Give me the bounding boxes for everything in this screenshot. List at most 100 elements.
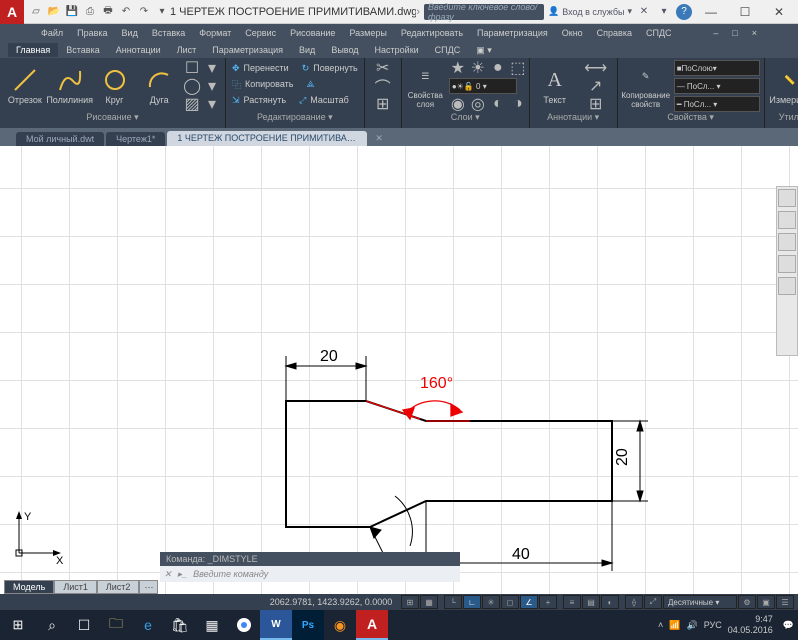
units-dropdown[interactable]: Десятичные ▾ <box>663 595 737 609</box>
open-icon[interactable]: 📂 <box>46 4 62 20</box>
sb-custom-icon[interactable]: ☰ <box>776 595 794 609</box>
move-tool[interactable]: ✥Перенести ↻Повернуть <box>230 60 360 76</box>
print-icon[interactable]: 🖶 <box>100 4 116 20</box>
layer-icon[interactable]: ⬚ <box>509 60 527 76</box>
copy-tool[interactable]: ⿻Копировать ⟁ <box>230 76 360 92</box>
menu-insert[interactable]: Вставка <box>147 26 190 40</box>
doc-tab[interactable]: Чертеж1* <box>106 132 165 146</box>
qat-more-icon[interactable]: ▾ <box>154 4 170 20</box>
doc-max-icon[interactable]: □ <box>727 26 742 40</box>
minimize-button[interactable]: — <box>696 1 726 23</box>
command-line[interactable]: Команда: _DIMSTYLE ✕ ▸_ Введите команду <box>160 552 460 582</box>
doc-close-icon[interactable]: × <box>747 26 762 40</box>
save-icon[interactable]: 💾 <box>64 4 80 20</box>
chrome-icon[interactable] <box>228 610 260 640</box>
menu-modify[interactable]: Редактировать <box>396 26 468 40</box>
nav-orbit-icon[interactable] <box>778 277 796 295</box>
explorer-icon[interactable]: 🗀 <box>100 610 132 640</box>
sb-polar-icon[interactable]: ✳ <box>482 595 500 609</box>
tab-insert[interactable]: Вставка <box>58 43 107 57</box>
panel-title-layers[interactable]: Слои ▾ <box>406 112 525 126</box>
panel-title-props[interactable]: Свойства ▾ <box>622 112 760 126</box>
undo-icon[interactable]: ↶ <box>118 4 134 20</box>
tab-model[interactable]: Модель <box>4 580 54 594</box>
sb-ws-icon[interactable]: ⚙ <box>738 595 756 609</box>
panel-title-utils[interactable]: Утилиты ▾ <box>769 112 798 126</box>
command-input[interactable]: ✕ ▸_ Введите команду <box>160 566 460 582</box>
line-tool[interactable]: Отрезок <box>4 65 46 107</box>
nav-home-icon[interactable] <box>778 189 796 207</box>
sb-snap-icon[interactable]: └ <box>444 595 462 609</box>
ellipse-icon[interactable]: ◯ <box>183 78 201 94</box>
tray-lang[interactable]: РУС <box>704 620 722 630</box>
hatch-icon[interactable]: ▨ <box>183 96 201 112</box>
redo-icon[interactable]: ↷ <box>136 4 152 20</box>
new-tab-icon[interactable]: ✕ <box>369 131 389 146</box>
layer-tool-icon[interactable]: ◎ <box>469 96 487 112</box>
tab-layout2[interactable]: Лист2 <box>97 580 140 594</box>
menu-window[interactable]: Окно <box>557 26 588 40</box>
menu-draw[interactable]: Рисование <box>285 26 340 40</box>
app-icon[interactable]: ◉ <box>324 610 356 640</box>
doc-tab[interactable]: Мой личный.dwt <box>16 132 104 146</box>
apps-icon[interactable]: ▦ <box>196 610 228 640</box>
tab-settings[interactable]: Настройки <box>367 43 427 57</box>
nav-wheel-icon[interactable] <box>778 211 796 229</box>
tab-menu-icon[interactable]: ⋯ <box>139 580 158 594</box>
tab-home[interactable]: Главная <box>8 43 58 57</box>
menu-help[interactable]: Справка <box>592 26 637 40</box>
app-logo[interactable]: A <box>0 0 24 24</box>
tab-annotate[interactable]: Аннотации <box>108 43 169 57</box>
layer-tool-icon[interactable]: ◐ <box>489 96 507 112</box>
layer-props-button[interactable]: ☰ Свойства слоя <box>406 61 445 111</box>
doc-min-icon[interactable]: – <box>708 26 723 40</box>
nav-pan-icon[interactable] <box>778 233 796 251</box>
help-icon[interactable]: ? <box>676 4 692 20</box>
layer-icon[interactable]: ● <box>489 60 507 76</box>
edge-icon[interactable]: e <box>132 610 164 640</box>
tray-wifi-icon[interactable]: 📶 <box>669 620 680 631</box>
close-button[interactable]: ✕ <box>764 1 794 23</box>
sb-max-icon[interactable]: ▣ <box>757 595 775 609</box>
autocad-icon[interactable]: A <box>356 610 388 640</box>
new-icon[interactable]: ▱ <box>28 4 44 20</box>
tab-spds[interactable]: СПДС <box>427 43 469 57</box>
text-tool[interactable]: A Текст <box>534 65 576 107</box>
menu-format[interactable]: Формат <box>194 26 236 40</box>
menu-file[interactable]: Файл <box>36 26 68 40</box>
layer-icon[interactable]: ☀ <box>469 60 487 76</box>
taskview-icon[interactable]: ☐ <box>68 610 100 640</box>
close-icon[interactable]: ✕ <box>164 569 172 580</box>
menu-edit[interactable]: Правка <box>72 26 112 40</box>
exchange-icon[interactable]: ✕ <box>636 4 652 20</box>
drop-icon[interactable]: ▾ <box>203 78 221 94</box>
linetype-dropdown[interactable]: — ПоСл... ▾ <box>674 78 760 94</box>
drop-icon[interactable]: ▾ <box>203 60 221 76</box>
layer-icon[interactable]: ★ <box>449 60 467 76</box>
sb-osnap-icon[interactable]: ◻ <box>501 595 519 609</box>
nav-zoom-icon[interactable] <box>778 255 796 273</box>
array-icon[interactable]: ⊞ <box>369 96 397 112</box>
match-props-button[interactable]: ✎ Копирование свойств <box>622 61 670 111</box>
photoshop-icon[interactable]: Ps <box>292 610 324 640</box>
sb-ortho-icon[interactable]: ∟ <box>463 595 481 609</box>
start-button[interactable]: ⊞ <box>0 610 36 640</box>
menu-spds[interactable]: СПДС <box>641 26 677 40</box>
search-icon[interactable]: ⌕ <box>36 610 68 640</box>
leader-icon[interactable]: ↗ <box>579 78 613 94</box>
tab-output[interactable]: Вывод <box>323 43 366 57</box>
measure-tool[interactable]: 📏 Измерить <box>769 65 798 107</box>
menu-tools[interactable]: Сервис <box>240 26 281 40</box>
ribbon-extra-icon[interactable]: ▣ ▾ <box>468 43 500 58</box>
tab-layout1[interactable]: Лист1 <box>54 580 97 594</box>
word-icon[interactable]: W <box>260 610 292 640</box>
arc-tool[interactable]: Дуга <box>138 65 180 107</box>
layer-dropdown[interactable]: ●☀🔓 0 ▾ <box>449 78 517 94</box>
search-input[interactable]: Введите ключевое слово/фразу <box>424 4 544 20</box>
panel-title-draw[interactable]: Рисование ▾ <box>4 112 221 126</box>
table-icon[interactable]: ⊞ <box>579 96 613 112</box>
doc-tab[interactable]: 1 ЧЕРТЕЖ ПОСТРОЕНИЕ ПРИМИТИВАМИ* ✕ <box>167 131 367 146</box>
drawing-canvas[interactable]: 20 160° 20 <box>0 146 798 594</box>
panel-title-edit[interactable]: Редактирование ▾ <box>230 112 360 126</box>
sb-otrack-icon[interactable]: ∠ <box>520 595 538 609</box>
